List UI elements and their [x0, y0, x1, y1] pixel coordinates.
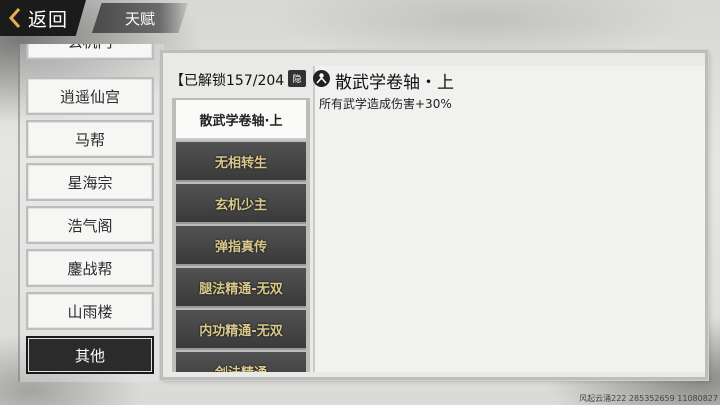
talent-description: 所有武学造成伤害+30%	[319, 97, 452, 111]
category-item-other[interactable]: 其他	[26, 336, 154, 374]
talent-title: 散武学卷轴・上	[335, 73, 454, 93]
talent-item[interactable]: 弹指真传	[176, 226, 306, 266]
back-button[interactable]: 返回	[0, 0, 86, 36]
category-list[interactable]: 玄机门 逍遥仙宫 马帮 星海宗 浩气阁 鏖战帮 山雨楼 其他	[18, 44, 164, 382]
talent-list[interactable]: 散武学卷轴·上 无相转生 玄机少主 弹指真传 腿法精通-无双 内功精通-无双 剑…	[172, 98, 310, 372]
chevron-left-icon	[8, 8, 21, 28]
category-item-haoqi[interactable]: 浩气阁	[26, 206, 154, 244]
category-item-shanyu[interactable]: 山雨楼	[26, 292, 154, 330]
category-item-mabang[interactable]: 马帮	[26, 120, 154, 158]
back-label: 返回	[28, 8, 69, 31]
talent-item[interactable]: 散武学卷轴·上	[176, 100, 306, 140]
talent-item[interactable]: 玄机少主	[176, 184, 306, 224]
category-item-aozhan[interactable]: 鏖战帮	[26, 249, 154, 287]
talent-item[interactable]: 内功精通-无双	[176, 310, 306, 350]
watermark-text: 风起云涌222 285352659 11080827	[579, 394, 718, 403]
category-item-xinghai[interactable]: 星海宗	[26, 163, 154, 201]
top-bar: 返回 天赋	[0, 0, 720, 38]
talent-item[interactable]: 剑法精通	[176, 352, 306, 372]
category-item-xiaoyao[interactable]: 逍遥仙宫	[26, 77, 154, 115]
page-title: 天赋	[92, 3, 188, 33]
category-item-xuanjimen[interactable]: 玄机门	[26, 44, 154, 60]
person-circle-icon	[313, 70, 330, 87]
talent-item[interactable]: 腿法精通-无双	[176, 268, 306, 308]
unlock-count: 【已解锁157/204	[170, 73, 285, 89]
talent-item[interactable]: 无相转生	[176, 142, 306, 182]
hide-toggle-button[interactable]: 隐	[288, 70, 306, 87]
